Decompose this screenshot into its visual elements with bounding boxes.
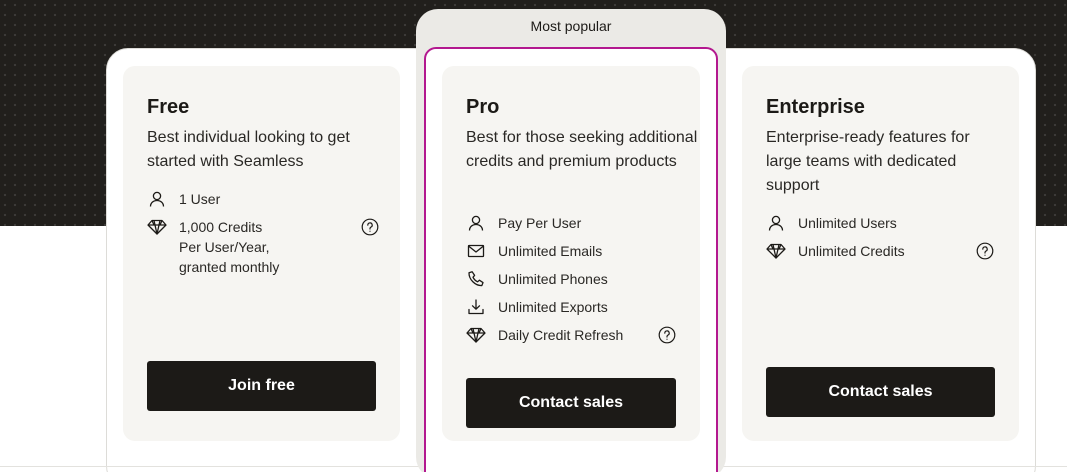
plan-description: Best individual looking to get started w… <box>147 129 350 170</box>
help-icon[interactable] <box>658 326 676 344</box>
feature-text: Unlimited Exports <box>498 299 608 315</box>
plan-card-free: Free Best individual looking to get star… <box>123 66 400 441</box>
diamond-icon <box>766 242 786 260</box>
feature-item: Unlimited Users <box>766 213 994 233</box>
user-icon <box>466 214 486 232</box>
mail-icon <box>466 242 486 260</box>
feature-list: Unlimited Users Unlimited Credits <box>766 213 994 269</box>
feature-item: 1 User <box>147 189 379 209</box>
plan-name: Pro <box>466 96 500 118</box>
feature-item: Unlimited Emails <box>466 241 676 261</box>
feature-text: Unlimited Users <box>798 215 897 231</box>
feature-text: Daily Credit Refresh <box>498 327 624 343</box>
feature-item: Unlimited Phones <box>466 269 676 289</box>
help-icon[interactable] <box>976 242 994 260</box>
feature-list: Pay Per User Unlimited Emails Unlimited … <box>466 213 676 353</box>
feature-item: Unlimited Credits <box>766 241 994 261</box>
feature-item: 1,000 Credits Per User/Year, granted mon… <box>147 217 379 277</box>
plan-name: Enterprise <box>766 96 865 118</box>
plan-name: Free <box>147 96 190 118</box>
plan-description: Best for those seeking additional credit… <box>466 129 698 170</box>
user-icon <box>147 190 167 208</box>
help-icon[interactable] <box>361 218 379 236</box>
phone-icon <box>466 270 486 288</box>
feature-item: Unlimited Exports <box>466 297 676 317</box>
contact-sales-button[interactable]: Contact sales <box>466 378 676 428</box>
most-popular-label: Most popular <box>530 18 612 34</box>
plan-card-pro: Pro Best for those seeking additional cr… <box>442 66 700 441</box>
contact-sales-button[interactable]: Contact sales <box>766 367 995 417</box>
download-icon <box>466 298 486 316</box>
feature-text-line: 1,000 Credits <box>179 219 263 235</box>
feature-text-line: granted monthly <box>179 259 280 275</box>
feature-list: 1 User 1,000 Credits Per User/Year, gran… <box>147 189 379 285</box>
user-icon <box>766 214 786 232</box>
feature-text: Unlimited Phones <box>498 271 608 287</box>
plan-description: Enterprise-ready features for large team… <box>766 129 970 194</box>
diamond-icon <box>466 326 486 344</box>
feature-text-line: Per User/Year, <box>179 239 270 255</box>
feature-text: Unlimited Emails <box>498 243 603 259</box>
plan-card-enterprise: Enterprise Enterprise-ready features for… <box>742 66 1019 441</box>
feature-text: Unlimited Credits <box>798 243 905 259</box>
feature-text: Pay Per User <box>498 215 582 231</box>
diamond-icon <box>147 218 167 236</box>
join-free-button[interactable]: Join free <box>147 361 376 411</box>
feature-item: Pay Per User <box>466 213 676 233</box>
feature-text: 1 User <box>179 191 221 207</box>
feature-item: Daily Credit Refresh <box>466 325 676 345</box>
